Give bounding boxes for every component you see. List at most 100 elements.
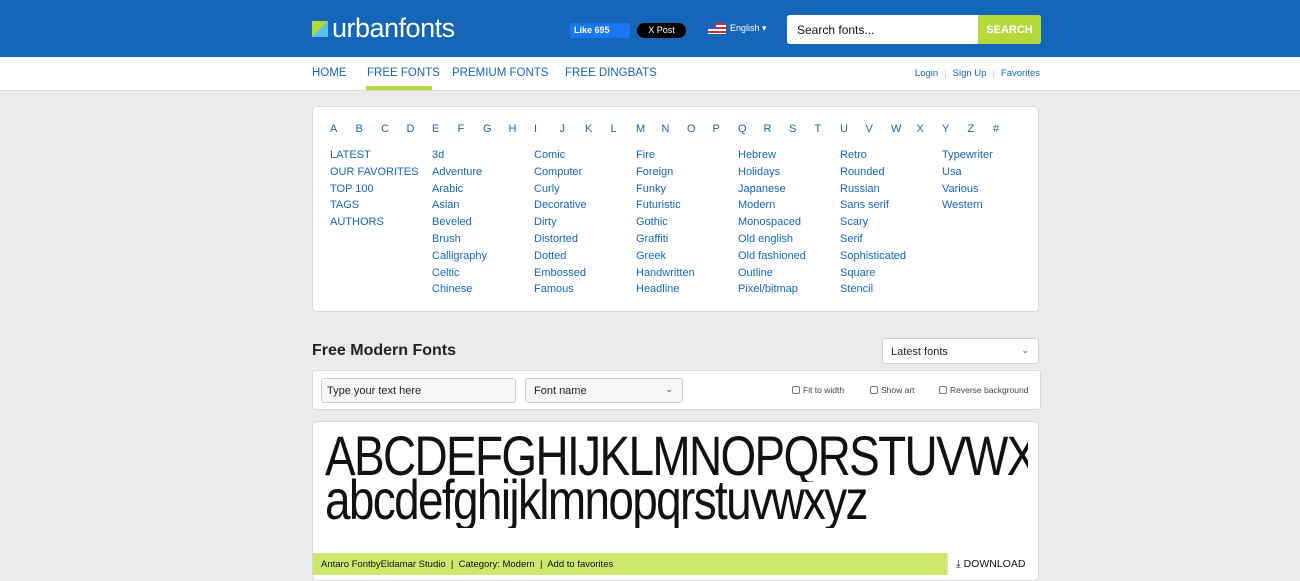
category-link[interactable]: Foreign	[636, 164, 738, 181]
category-link[interactable]: Japanese	[738, 181, 840, 198]
category-link[interactable]: LATEST	[330, 147, 432, 164]
category-link[interactable]: Dirty	[534, 214, 636, 231]
facebook-like-button[interactable]: Like 695	[570, 23, 630, 38]
letter-link[interactable]: E	[432, 123, 458, 135]
letter-link[interactable]: Q	[738, 123, 764, 135]
signup-link[interactable]: Sign Up	[953, 68, 987, 79]
category-link[interactable]: Pixel/bitmap	[738, 281, 840, 298]
logo[interactable]: urbanfonts	[312, 13, 455, 44]
category-link[interactable]: Funky	[636, 181, 738, 198]
add-favorites-link[interactable]: Add to favorites	[547, 559, 613, 570]
letter-link[interactable]: F	[458, 123, 484, 135]
category-link[interactable]: Fire	[636, 147, 738, 164]
show-art-checkbox[interactable]: Show art	[870, 385, 915, 395]
letter-link[interactable]: M	[636, 123, 662, 135]
category-link[interactable]: Chinese	[432, 281, 534, 298]
letter-link[interactable]: B	[356, 123, 382, 135]
letter-link[interactable]: T	[815, 123, 841, 135]
category-link[interactable]: TOP 100	[330, 181, 432, 198]
category-link[interactable]: Monospaced	[738, 214, 840, 231]
category-link[interactable]: Calligraphy	[432, 248, 534, 265]
category-link[interactable]: Stencil	[840, 281, 942, 298]
category-link[interactable]: Scary	[840, 214, 942, 231]
letter-link[interactable]: O	[687, 123, 713, 135]
category-link[interactable]: Western	[942, 197, 1044, 214]
category-link[interactable]: Greek	[636, 248, 738, 265]
category-link[interactable]: Old english	[738, 231, 840, 248]
category-link[interactable]: Category: Modern	[459, 559, 535, 570]
category-link[interactable]: Beveled	[432, 214, 534, 231]
letter-link[interactable]: L	[611, 123, 637, 135]
category-link[interactable]: Hebrew	[738, 147, 840, 164]
category-link[interactable]: Headline	[636, 281, 738, 298]
sort-select[interactable]: Latest fonts ⌄	[882, 338, 1039, 364]
category-link[interactable]: Celtic	[432, 265, 534, 282]
category-link[interactable]: OUR FAVORITES	[330, 164, 432, 181]
category-link[interactable]: Embossed	[534, 265, 636, 282]
favorites-link[interactable]: Favorites	[1001, 68, 1040, 79]
letter-link[interactable]: Y	[942, 123, 968, 135]
category-link[interactable]: Old fashioned	[738, 248, 840, 265]
category-link[interactable]: Sophisticated	[840, 248, 942, 265]
category-link[interactable]: Retro	[840, 147, 942, 164]
letter-link[interactable]: J	[560, 123, 586, 135]
preview-text-input[interactable]	[321, 378, 516, 403]
category-link[interactable]: AUTHORS	[330, 214, 432, 231]
letter-link[interactable]: Z	[968, 123, 994, 135]
font-name-link[interactable]: Antaro FontbyEldamar Studio	[321, 559, 446, 570]
search-button[interactable]: SEARCH	[978, 15, 1041, 44]
category-link[interactable]: Holidays	[738, 164, 840, 181]
category-link[interactable]: Graffiti	[636, 231, 738, 248]
category-link[interactable]: Dotted	[534, 248, 636, 265]
category-link[interactable]: Rounded	[840, 164, 942, 181]
category-link[interactable]: Handwritten	[636, 265, 738, 282]
category-link[interactable]: Arabic	[432, 181, 534, 198]
nav-home[interactable]: HOME	[312, 67, 347, 79]
letter-link[interactable]: S	[789, 123, 815, 135]
category-link[interactable]: Modern	[738, 197, 840, 214]
category-link[interactable]: Asian	[432, 197, 534, 214]
letter-link[interactable]: W	[891, 123, 917, 135]
category-link[interactable]: Adventure	[432, 164, 534, 181]
category-link[interactable]: TAGS	[330, 197, 432, 214]
preview-lowercase[interactable]: abcdefghijklmnopqrstuvwxyz	[325, 472, 1028, 528]
nav-premium-fonts[interactable]: PREMIUM FONTS	[452, 67, 548, 79]
login-link[interactable]: Login	[915, 68, 938, 79]
language-selector[interactable]: English ▾	[708, 23, 767, 34]
category-link[interactable]: Computer	[534, 164, 636, 181]
category-link[interactable]: 3d	[432, 147, 534, 164]
letter-link[interactable]: R	[764, 123, 790, 135]
letter-link[interactable]: H	[509, 123, 535, 135]
category-link[interactable]: Distorted	[534, 231, 636, 248]
letter-link[interactable]: #	[993, 123, 1019, 135]
category-link[interactable]: Serif	[840, 231, 942, 248]
category-link[interactable]: Futuristic	[636, 197, 738, 214]
category-link[interactable]: Russian	[840, 181, 942, 198]
category-link[interactable]: Various	[942, 181, 1044, 198]
nav-free-fonts[interactable]: FREE FONTS	[367, 67, 440, 79]
reverse-background-checkbox[interactable]: Reverse background	[939, 385, 1028, 395]
letter-link[interactable]: I	[534, 123, 560, 135]
category-link[interactable]: Square	[840, 265, 942, 282]
letter-link[interactable]: U	[840, 123, 866, 135]
letter-link[interactable]: A	[330, 123, 356, 135]
search-input[interactable]	[787, 15, 977, 44]
fit-to-width-checkbox[interactable]: Fit to width	[792, 385, 844, 395]
letter-link[interactable]: G	[483, 123, 509, 135]
category-link[interactable]: Comic	[534, 147, 636, 164]
category-link[interactable]: Curly	[534, 181, 636, 198]
nav-free-dingbats[interactable]: FREE DINGBATS	[565, 67, 657, 79]
letter-link[interactable]: V	[866, 123, 892, 135]
x-post-button[interactable]: X Post	[637, 23, 686, 38]
category-link[interactable]: Outline	[738, 265, 840, 282]
category-link[interactable]: Famous	[534, 281, 636, 298]
letter-link[interactable]: C	[381, 123, 407, 135]
download-button[interactable]: ⤓ DOWNLOAD	[947, 553, 1038, 575]
letter-link[interactable]: K	[585, 123, 611, 135]
category-link[interactable]: Decorative	[534, 197, 636, 214]
category-link[interactable]: Usa	[942, 164, 1044, 181]
letter-link[interactable]: D	[407, 123, 433, 135]
category-link[interactable]: Sans serif	[840, 197, 942, 214]
letter-link[interactable]: N	[662, 123, 688, 135]
category-link[interactable]: Brush	[432, 231, 534, 248]
